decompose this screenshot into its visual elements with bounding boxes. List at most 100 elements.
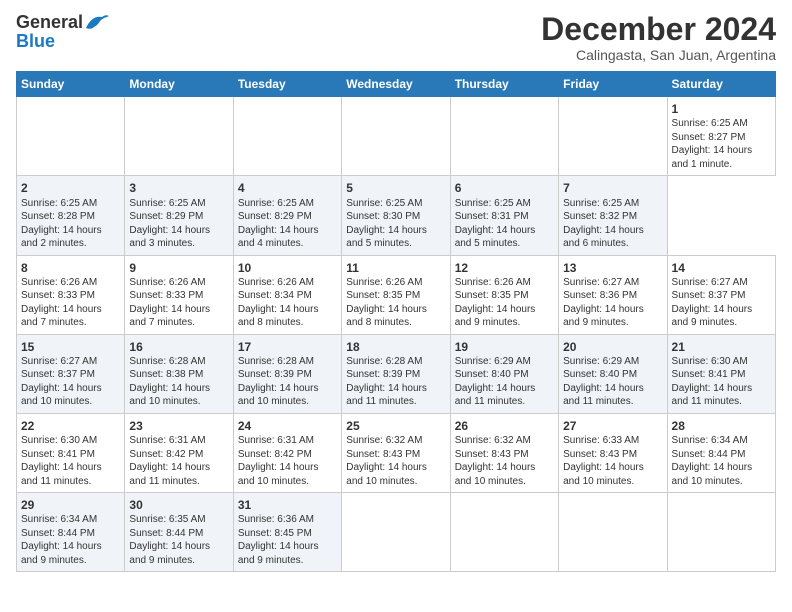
calendar-cell: 16Sunrise: 6:28 AMSunset: 8:38 PMDayligh…	[125, 334, 233, 413]
day-number: 13	[563, 260, 662, 276]
sunset-text: Sunset: 8:40 PM	[455, 369, 529, 380]
daylight-text: Daylight: 14 hours and 11 minutes.	[21, 462, 102, 487]
calendar-cell: 5Sunrise: 6:25 AMSunset: 8:30 PMDaylight…	[342, 176, 450, 255]
sunrise-text: Sunrise: 6:25 AM	[129, 198, 205, 209]
day-number: 23	[129, 418, 228, 434]
calendar-cell: 23Sunrise: 6:31 AMSunset: 8:42 PMDayligh…	[125, 413, 233, 492]
sunset-text: Sunset: 8:38 PM	[129, 369, 203, 380]
sunset-text: Sunset: 8:29 PM	[129, 211, 203, 222]
daylight-text: Daylight: 14 hours and 6 minutes.	[563, 225, 644, 250]
day-number: 4	[238, 180, 337, 196]
sunrise-text: Sunrise: 6:28 AM	[129, 356, 205, 367]
sunset-text: Sunset: 8:33 PM	[129, 290, 203, 301]
calendar-cell: 6Sunrise: 6:25 AMSunset: 8:31 PMDaylight…	[450, 176, 558, 255]
sunset-text: Sunset: 8:30 PM	[346, 211, 420, 222]
calendar-cell: 2Sunrise: 6:25 AMSunset: 8:28 PMDaylight…	[17, 176, 125, 255]
main-title: December 2024	[541, 12, 776, 47]
calendar-cell: 4Sunrise: 6:25 AMSunset: 8:29 PMDaylight…	[233, 176, 341, 255]
sunrise-text: Sunrise: 6:27 AM	[563, 277, 639, 288]
sunset-text: Sunset: 8:43 PM	[346, 449, 420, 460]
day-number: 25	[346, 418, 445, 434]
sunset-text: Sunset: 8:34 PM	[238, 290, 312, 301]
sunset-text: Sunset: 8:39 PM	[238, 369, 312, 380]
day-number: 21	[672, 339, 771, 355]
daylight-text: Daylight: 14 hours and 7 minutes.	[21, 304, 102, 329]
calendar-cell: 14Sunrise: 6:27 AMSunset: 8:37 PMDayligh…	[667, 255, 775, 334]
calendar-cell: 8Sunrise: 6:26 AMSunset: 8:33 PMDaylight…	[17, 255, 125, 334]
sunset-text: Sunset: 8:44 PM	[672, 449, 746, 460]
logo-general: General	[16, 12, 83, 32]
calendar-cell	[17, 97, 125, 176]
calendar-cell	[559, 493, 667, 572]
calendar-cell: 12Sunrise: 6:26 AMSunset: 8:35 PMDayligh…	[450, 255, 558, 334]
sunrise-text: Sunrise: 6:29 AM	[563, 356, 639, 367]
day-number: 2	[21, 180, 120, 196]
calendar-cell: 26Sunrise: 6:32 AMSunset: 8:43 PMDayligh…	[450, 413, 558, 492]
sunrise-text: Sunrise: 6:31 AM	[238, 435, 314, 446]
calendar-cell: 3Sunrise: 6:25 AMSunset: 8:29 PMDaylight…	[125, 176, 233, 255]
sunset-text: Sunset: 8:27 PM	[672, 132, 746, 143]
header-day-tuesday: Tuesday	[233, 72, 341, 97]
sunset-text: Sunset: 8:41 PM	[672, 369, 746, 380]
sunrise-text: Sunrise: 6:36 AM	[238, 514, 314, 525]
header-day-saturday: Saturday	[667, 72, 775, 97]
day-number: 11	[346, 260, 445, 276]
sunrise-text: Sunrise: 6:26 AM	[238, 277, 314, 288]
daylight-text: Daylight: 14 hours and 9 minutes.	[563, 304, 644, 329]
sunset-text: Sunset: 8:40 PM	[563, 369, 637, 380]
calendar-cell: 18Sunrise: 6:28 AMSunset: 8:39 PMDayligh…	[342, 334, 450, 413]
sunset-text: Sunset: 8:29 PM	[238, 211, 312, 222]
daylight-text: Daylight: 14 hours and 7 minutes.	[129, 304, 210, 329]
daylight-text: Daylight: 14 hours and 8 minutes.	[238, 304, 319, 329]
sunrise-text: Sunrise: 6:26 AM	[21, 277, 97, 288]
calendar-cell	[450, 493, 558, 572]
daylight-text: Daylight: 14 hours and 1 minute.	[672, 145, 753, 170]
daylight-text: Daylight: 14 hours and 10 minutes.	[238, 462, 319, 487]
sunrise-text: Sunrise: 6:25 AM	[455, 198, 531, 209]
sunset-text: Sunset: 8:43 PM	[455, 449, 529, 460]
calendar-cell: 20Sunrise: 6:29 AMSunset: 8:40 PMDayligh…	[559, 334, 667, 413]
daylight-text: Daylight: 14 hours and 9 minutes.	[238, 541, 319, 566]
daylight-text: Daylight: 14 hours and 11 minutes.	[672, 383, 753, 408]
calendar-cell: 15Sunrise: 6:27 AMSunset: 8:37 PMDayligh…	[17, 334, 125, 413]
sunrise-text: Sunrise: 6:27 AM	[672, 277, 748, 288]
header-day-thursday: Thursday	[450, 72, 558, 97]
subtitle: Calingasta, San Juan, Argentina	[541, 47, 776, 63]
daylight-text: Daylight: 14 hours and 10 minutes.	[346, 462, 427, 487]
calendar-week-6: 29Sunrise: 6:34 AMSunset: 8:44 PMDayligh…	[17, 493, 776, 572]
day-number: 28	[672, 418, 771, 434]
sunset-text: Sunset: 8:35 PM	[346, 290, 420, 301]
calendar-week-4: 15Sunrise: 6:27 AMSunset: 8:37 PMDayligh…	[17, 334, 776, 413]
calendar-cell: 7Sunrise: 6:25 AMSunset: 8:32 PMDaylight…	[559, 176, 667, 255]
calendar-cell	[125, 97, 233, 176]
calendar-table: SundayMondayTuesdayWednesdayThursdayFrid…	[16, 71, 776, 572]
logo-text: General Blue	[16, 12, 110, 50]
calendar-cell: 29Sunrise: 6:34 AMSunset: 8:44 PMDayligh…	[17, 493, 125, 572]
day-number: 15	[21, 339, 120, 355]
daylight-text: Daylight: 14 hours and 10 minutes.	[238, 383, 319, 408]
calendar-cell	[342, 493, 450, 572]
daylight-text: Daylight: 14 hours and 9 minutes.	[21, 541, 102, 566]
sunset-text: Sunset: 8:43 PM	[563, 449, 637, 460]
sunrise-text: Sunrise: 6:30 AM	[21, 435, 97, 446]
calendar-cell: 30Sunrise: 6:35 AMSunset: 8:44 PMDayligh…	[125, 493, 233, 572]
sunset-text: Sunset: 8:32 PM	[563, 211, 637, 222]
calendar-cell	[559, 97, 667, 176]
sunrise-text: Sunrise: 6:25 AM	[238, 198, 314, 209]
calendar-cell	[233, 97, 341, 176]
sunrise-text: Sunrise: 6:31 AM	[129, 435, 205, 446]
page: General Blue December 2024 Calingasta, S…	[0, 0, 792, 612]
day-number: 27	[563, 418, 662, 434]
sunrise-text: Sunrise: 6:32 AM	[346, 435, 422, 446]
daylight-text: Daylight: 14 hours and 11 minutes.	[563, 383, 644, 408]
header-day-wednesday: Wednesday	[342, 72, 450, 97]
header-row: SundayMondayTuesdayWednesdayThursdayFrid…	[17, 72, 776, 97]
sunrise-text: Sunrise: 6:27 AM	[21, 356, 97, 367]
sunset-text: Sunset: 8:33 PM	[21, 290, 95, 301]
sunrise-text: Sunrise: 6:25 AM	[21, 198, 97, 209]
sunset-text: Sunset: 8:45 PM	[238, 528, 312, 539]
day-number: 5	[346, 180, 445, 196]
sunset-text: Sunset: 8:36 PM	[563, 290, 637, 301]
calendar-cell: 31Sunrise: 6:36 AMSunset: 8:45 PMDayligh…	[233, 493, 341, 572]
title-block: December 2024 Calingasta, San Juan, Arge…	[541, 12, 776, 63]
